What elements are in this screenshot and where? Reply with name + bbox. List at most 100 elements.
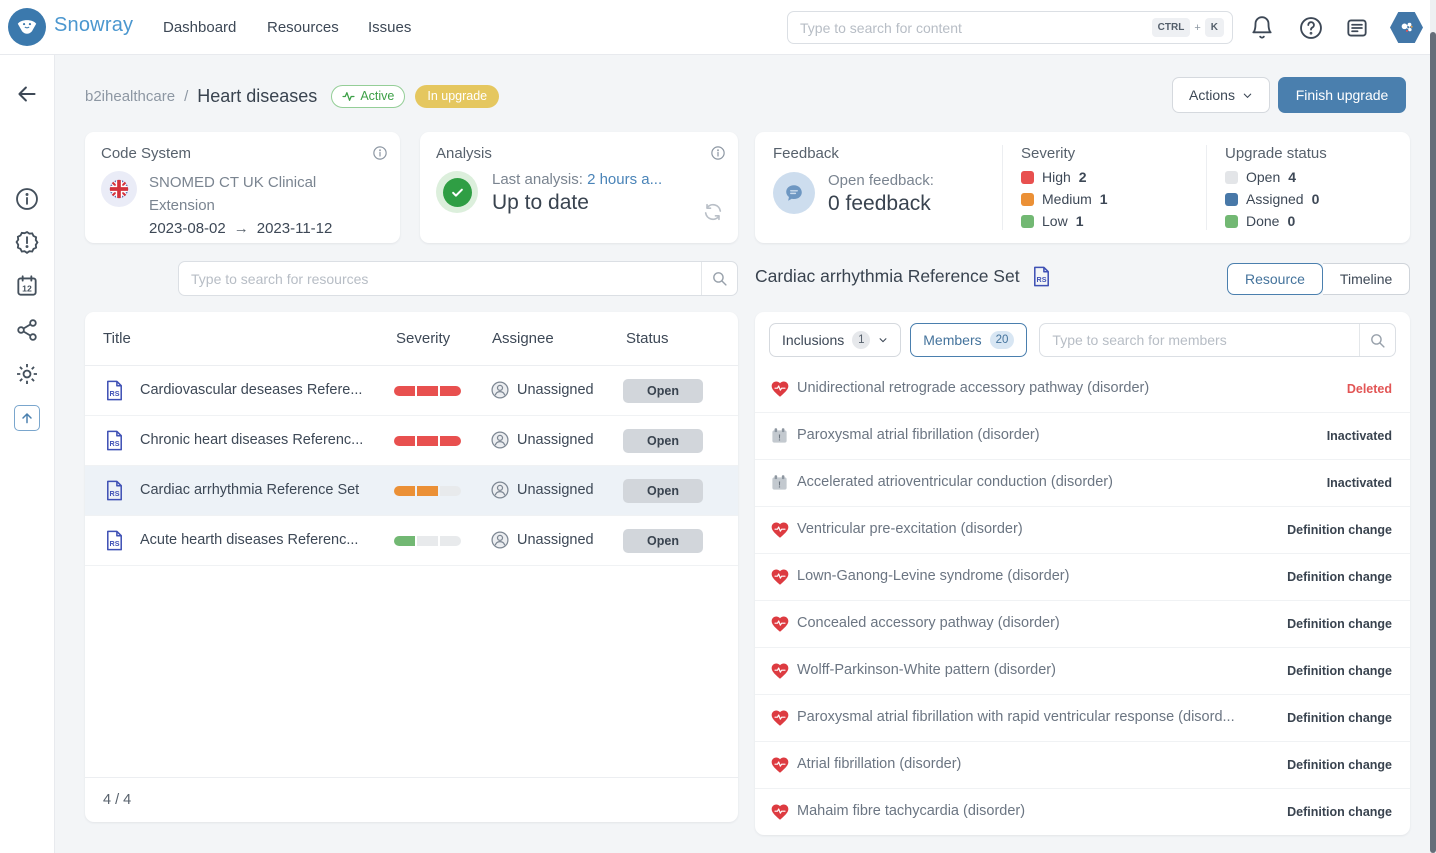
tab-timeline[interactable]: Timeline (1323, 263, 1410, 295)
info-icon[interactable] (372, 145, 388, 161)
list-item[interactable]: ! Mahaim fibre tachycardia (disorder) De… (755, 789, 1410, 835)
column-assignee: Assignee (492, 330, 554, 347)
user-avatar[interactable] (1390, 11, 1423, 44)
list-item[interactable]: ! Wolff-Parkinson-White pattern (disorde… (755, 648, 1410, 695)
legend-label: Assigned (1246, 191, 1304, 207)
resources-search-input[interactable] (179, 271, 701, 287)
resources-table: Title Severity Assignee Status RS Cardio… (85, 312, 738, 822)
sidebar-upgrade-icon[interactable] (14, 405, 40, 431)
news-icon[interactable] (1344, 15, 1370, 41)
info-icon[interactable] (710, 145, 726, 161)
member-status: Definition change (1287, 617, 1392, 631)
nav-dashboard[interactable]: Dashboard (163, 19, 236, 36)
list-item[interactable]: ! Accelerated atrioventricular conductio… (755, 460, 1410, 507)
legend-value: 1 (1076, 213, 1084, 229)
brand-name[interactable]: Snowray (54, 14, 133, 37)
members-search (1039, 323, 1396, 357)
left-sidebar: 12 (0, 55, 55, 853)
legend-value: 2 (1079, 169, 1087, 185)
member-list: ! Unidirectional retrograde accessory pa… (755, 366, 1410, 835)
scrollbar-thumb[interactable] (1430, 32, 1436, 853)
kbd-ctrl: CTRL (1152, 18, 1191, 37)
legend-item: High 2 (1021, 169, 1188, 185)
refresh-icon[interactable] (702, 201, 724, 223)
finish-upgrade-button[interactable]: Finish upgrade (1278, 77, 1406, 113)
severity-title: Severity (1021, 145, 1188, 162)
heart-icon (770, 614, 790, 634)
status-badge: Open (623, 479, 703, 503)
resource-table-body: RS Cardiovascular deseases Refere... Una… (85, 366, 738, 566)
member-name: Lown-Ganong-Levine syndrome (disorder) (797, 568, 1069, 584)
breadcrumb-separator: / (184, 88, 188, 105)
sidebar-info-icon[interactable] (14, 186, 40, 212)
inclusions-dropdown[interactable]: Inclusions 1 (769, 323, 901, 357)
list-item[interactable]: ! Atrial fibrillation (disorder) Definit… (755, 742, 1410, 789)
refset-icon: RS (103, 479, 126, 502)
search-icon[interactable] (1359, 324, 1395, 356)
table-row[interactable]: RS Chronic heart diseases Referenc... Un… (85, 416, 738, 466)
svg-text:RS: RS (110, 490, 120, 498)
legend-label: Open (1246, 169, 1280, 185)
activity-icon (342, 90, 355, 103)
refset-icon: RS (1030, 265, 1053, 288)
list-item[interactable]: ! Paroxysmal atrial fibrillation with ra… (755, 695, 1410, 742)
legend-label: Done (1246, 213, 1279, 229)
sidebar-calendar-icon[interactable]: 12 (14, 273, 40, 299)
page-title: Heart diseases (197, 86, 317, 107)
heart-icon (770, 661, 790, 681)
legend-color-square (1225, 171, 1238, 184)
legend-color-square (1021, 171, 1034, 184)
assignee-name: Unassigned (517, 382, 594, 398)
tab-members[interactable]: Members 20 (910, 323, 1027, 357)
member-name: Mahaim fibre tachycardia (disorder) (797, 803, 1025, 819)
actions-button[interactable]: Actions (1172, 77, 1270, 113)
nav-resources[interactable]: Resources (267, 19, 339, 36)
list-item[interactable]: ! Unidirectional retrograde accessory pa… (755, 366, 1410, 413)
breadcrumb-parent[interactable]: b2ihealthcare (85, 88, 175, 105)
legend-label: Low (1042, 213, 1068, 229)
sidebar-issues-icon[interactable] (14, 229, 40, 255)
nav-issues[interactable]: Issues (368, 19, 411, 36)
svg-text:12: 12 (22, 283, 32, 293)
back-arrow-icon[interactable] (14, 81, 40, 107)
assignee-name: Unassigned (517, 432, 594, 448)
snowray-logo-icon[interactable] (8, 8, 46, 46)
unassigned-avatar-icon (490, 480, 510, 500)
search-icon[interactable] (701, 262, 737, 295)
upgrade-status-legend: Open 4 Assigned 0 Done 0 (1225, 169, 1392, 229)
list-item[interactable]: ! Ventricular pre-excitation (disorder) … (755, 507, 1410, 554)
global-search-input[interactable] (800, 20, 1152, 36)
legend-color-square (1021, 193, 1034, 206)
list-item[interactable]: ! Lown-Ganong-Levine syndrome (disorder)… (755, 554, 1410, 601)
chevron-down-icon (878, 335, 888, 345)
legend-color-square (1225, 193, 1238, 206)
page-scrollbar (1430, 0, 1436, 853)
feedback-bubble-icon (773, 172, 815, 214)
resource-title: Acute hearth diseases Referenc... (140, 532, 358, 548)
resource-title: Chronic heart diseases Referenc... (140, 432, 363, 448)
legend-item: Assigned 0 (1225, 191, 1392, 207)
members-search-input[interactable] (1040, 332, 1359, 348)
heart-icon (770, 802, 790, 822)
table-pagination: 4 / 4 (85, 777, 738, 822)
sidebar-share-icon[interactable] (14, 317, 40, 343)
notifications-bell-icon[interactable] (1249, 15, 1275, 41)
member-name: Ventricular pre-excitation (disorder) (797, 521, 1023, 537)
sidebar-settings-icon[interactable] (14, 361, 40, 387)
table-row[interactable]: RS Cardiac arrhythmia Reference Set Unas… (85, 466, 738, 516)
refset-icon: RS (103, 529, 126, 552)
table-header: Title Severity Assignee Status (85, 312, 738, 366)
table-row[interactable]: RS Acute hearth diseases Referenc... Una… (85, 516, 738, 566)
in-upgrade-badge: In upgrade (415, 85, 499, 108)
detail-card: Inclusions 1 Members 20 ! Unidirectional… (755, 312, 1410, 835)
column-status: Status (626, 330, 669, 347)
table-row[interactable]: RS Cardiovascular deseases Refere... Una… (85, 366, 738, 416)
tab-resource[interactable]: Resource (1227, 263, 1323, 295)
last-analysis-link[interactable]: 2 hours a... (587, 171, 662, 188)
list-item[interactable]: ! Concealed accessory pathway (disorder)… (755, 601, 1410, 648)
member-status: Deleted (1347, 382, 1392, 396)
svg-text:RS: RS (1036, 276, 1046, 284)
resources-search (178, 261, 738, 296)
list-item[interactable]: ! Paroxysmal atrial fibrillation (disord… (755, 413, 1410, 460)
help-icon[interactable] (1298, 15, 1324, 41)
